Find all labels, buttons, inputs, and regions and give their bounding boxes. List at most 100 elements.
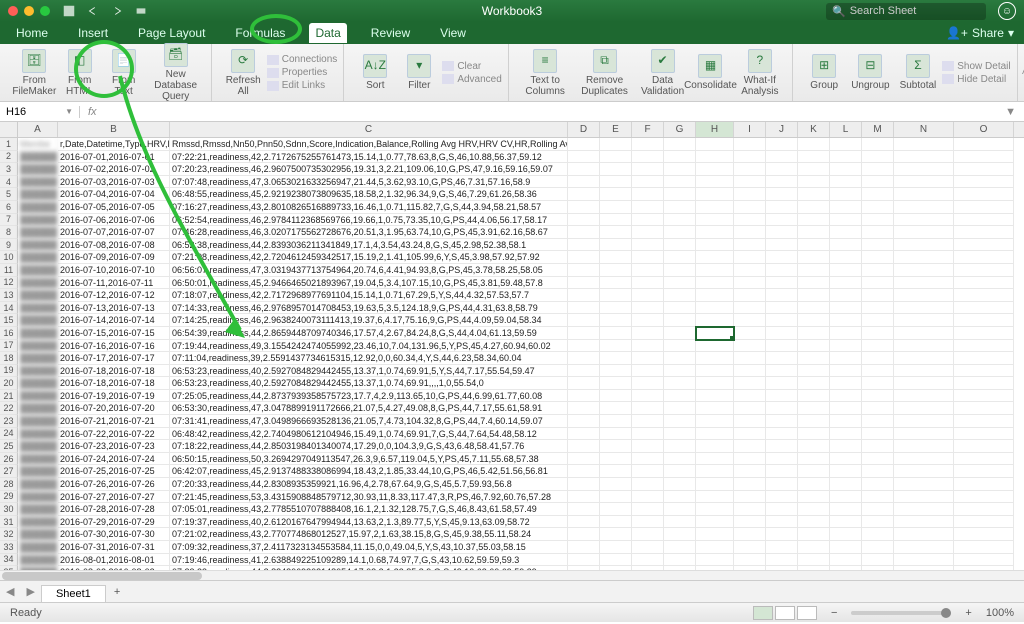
cell[interactable] <box>862 528 894 541</box>
cell[interactable] <box>734 503 766 516</box>
cell[interactable] <box>632 428 664 441</box>
cell[interactable]: 2016-07-11,2016-07-11 <box>58 277 170 290</box>
cell[interactable] <box>798 528 830 541</box>
cell[interactable] <box>632 528 664 541</box>
cell[interactable] <box>664 554 696 567</box>
cell[interactable] <box>830 453 862 466</box>
cell[interactable] <box>632 478 664 491</box>
cell[interactable] <box>600 516 632 529</box>
cell[interactable] <box>568 327 600 340</box>
cell[interactable] <box>954 541 1014 554</box>
cell[interactable] <box>862 541 894 554</box>
cell[interactable] <box>894 440 954 453</box>
cell[interactable] <box>600 415 632 428</box>
cell[interactable] <box>734 176 766 189</box>
cell[interactable] <box>632 277 664 290</box>
cell[interactable] <box>734 365 766 378</box>
cell[interactable] <box>766 365 798 378</box>
cell[interactable] <box>568 491 600 504</box>
cell[interactable] <box>696 201 734 214</box>
group-button[interactable]: ⊞Group <box>803 52 845 93</box>
cell[interactable] <box>830 251 862 264</box>
cell[interactable] <box>664 440 696 453</box>
row-header[interactable]: 30 <box>0 503 18 516</box>
cell[interactable] <box>568 478 600 491</box>
cell[interactable] <box>766 402 798 415</box>
cell[interactable] <box>830 478 862 491</box>
from-filemaker-button[interactable]: 🗄From FileMaker <box>12 47 57 99</box>
cell[interactable] <box>600 352 632 365</box>
cell[interactable] <box>696 465 734 478</box>
cell[interactable] <box>696 327 734 340</box>
cell[interactable] <box>696 277 734 290</box>
cell[interactable] <box>830 440 862 453</box>
spreadsheet-grid[interactable]: ABCDEFGHIJKLMNO 1Member,Date,Datetime,Ty… <box>0 122 1024 570</box>
cell[interactable] <box>734 440 766 453</box>
cell[interactable]: ██████ <box>18 503 58 516</box>
cell[interactable] <box>894 516 954 529</box>
cell[interactable] <box>766 377 798 390</box>
cell[interactable] <box>600 314 632 327</box>
cell[interactable] <box>664 163 696 176</box>
row-header[interactable]: 33 <box>0 541 18 554</box>
cell[interactable] <box>696 163 734 176</box>
cell[interactable] <box>600 188 632 201</box>
tab-formulas[interactable]: Formulas <box>229 23 291 43</box>
cell[interactable]: 07:19:46,readiness,41,2.638849225109289,… <box>170 554 568 567</box>
name-box[interactable]: H16▼ <box>0 106 80 118</box>
cell[interactable]: ██████ <box>18 453 58 466</box>
cell[interactable] <box>632 352 664 365</box>
cell[interactable] <box>830 201 862 214</box>
cell[interactable]: ██████ <box>18 264 58 277</box>
cell[interactable] <box>734 478 766 491</box>
cell[interactable] <box>798 251 830 264</box>
cell[interactable] <box>830 340 862 353</box>
cell[interactable] <box>664 402 696 415</box>
cell[interactable] <box>734 201 766 214</box>
cell[interactable] <box>734 188 766 201</box>
cell[interactable] <box>830 541 862 554</box>
row-header[interactable]: 2 <box>0 151 18 164</box>
cell[interactable]: ██████ <box>18 554 58 567</box>
cell[interactable] <box>894 554 954 567</box>
cell[interactable] <box>734 340 766 353</box>
cell[interactable] <box>798 440 830 453</box>
cell[interactable] <box>696 528 734 541</box>
cell[interactable] <box>664 415 696 428</box>
cell[interactable]: ██████ <box>18 239 58 252</box>
cell[interactable] <box>862 163 894 176</box>
advanced-filter-button[interactable]: Advanced <box>442 74 501 85</box>
cell[interactable] <box>862 453 894 466</box>
cell[interactable]: 2016-07-25,2016-07-25 <box>58 465 170 478</box>
cell[interactable] <box>766 264 798 277</box>
row-header[interactable]: 21 <box>0 390 18 403</box>
cell[interactable] <box>734 415 766 428</box>
cell[interactable] <box>664 302 696 315</box>
cell[interactable] <box>632 188 664 201</box>
zoom-window-button[interactable] <box>40 6 50 16</box>
cell[interactable] <box>954 138 1014 151</box>
cell[interactable] <box>600 390 632 403</box>
cell[interactable] <box>734 402 766 415</box>
cell[interactable]: 07:16:27,readiness,43,2.8010826516889733… <box>170 201 568 214</box>
cell[interactable] <box>954 340 1014 353</box>
cell[interactable] <box>734 314 766 327</box>
cell[interactable] <box>600 541 632 554</box>
cell[interactable]: 07:31:41,readiness,47,3.0498966693528136… <box>170 415 568 428</box>
cell[interactable]: 06:53:30,readiness,47,3.0478899191172666… <box>170 402 568 415</box>
text-to-columns-button[interactable]: ≡Text to Columns <box>519 47 572 99</box>
cell[interactable] <box>766 302 798 315</box>
cell[interactable] <box>632 163 664 176</box>
cell[interactable] <box>894 428 954 441</box>
cell[interactable] <box>798 277 830 290</box>
cell[interactable]: 2016-07-20,2016-07-20 <box>58 402 170 415</box>
cell[interactable] <box>830 264 862 277</box>
cell[interactable] <box>664 277 696 290</box>
cell[interactable] <box>632 516 664 529</box>
cell[interactable]: ██████ <box>18 163 58 176</box>
column-header-N[interactable]: N <box>894 122 954 137</box>
cell[interactable] <box>568 289 600 302</box>
cell[interactable] <box>798 352 830 365</box>
cell[interactable] <box>632 340 664 353</box>
row-header[interactable]: 14 <box>0 302 18 315</box>
